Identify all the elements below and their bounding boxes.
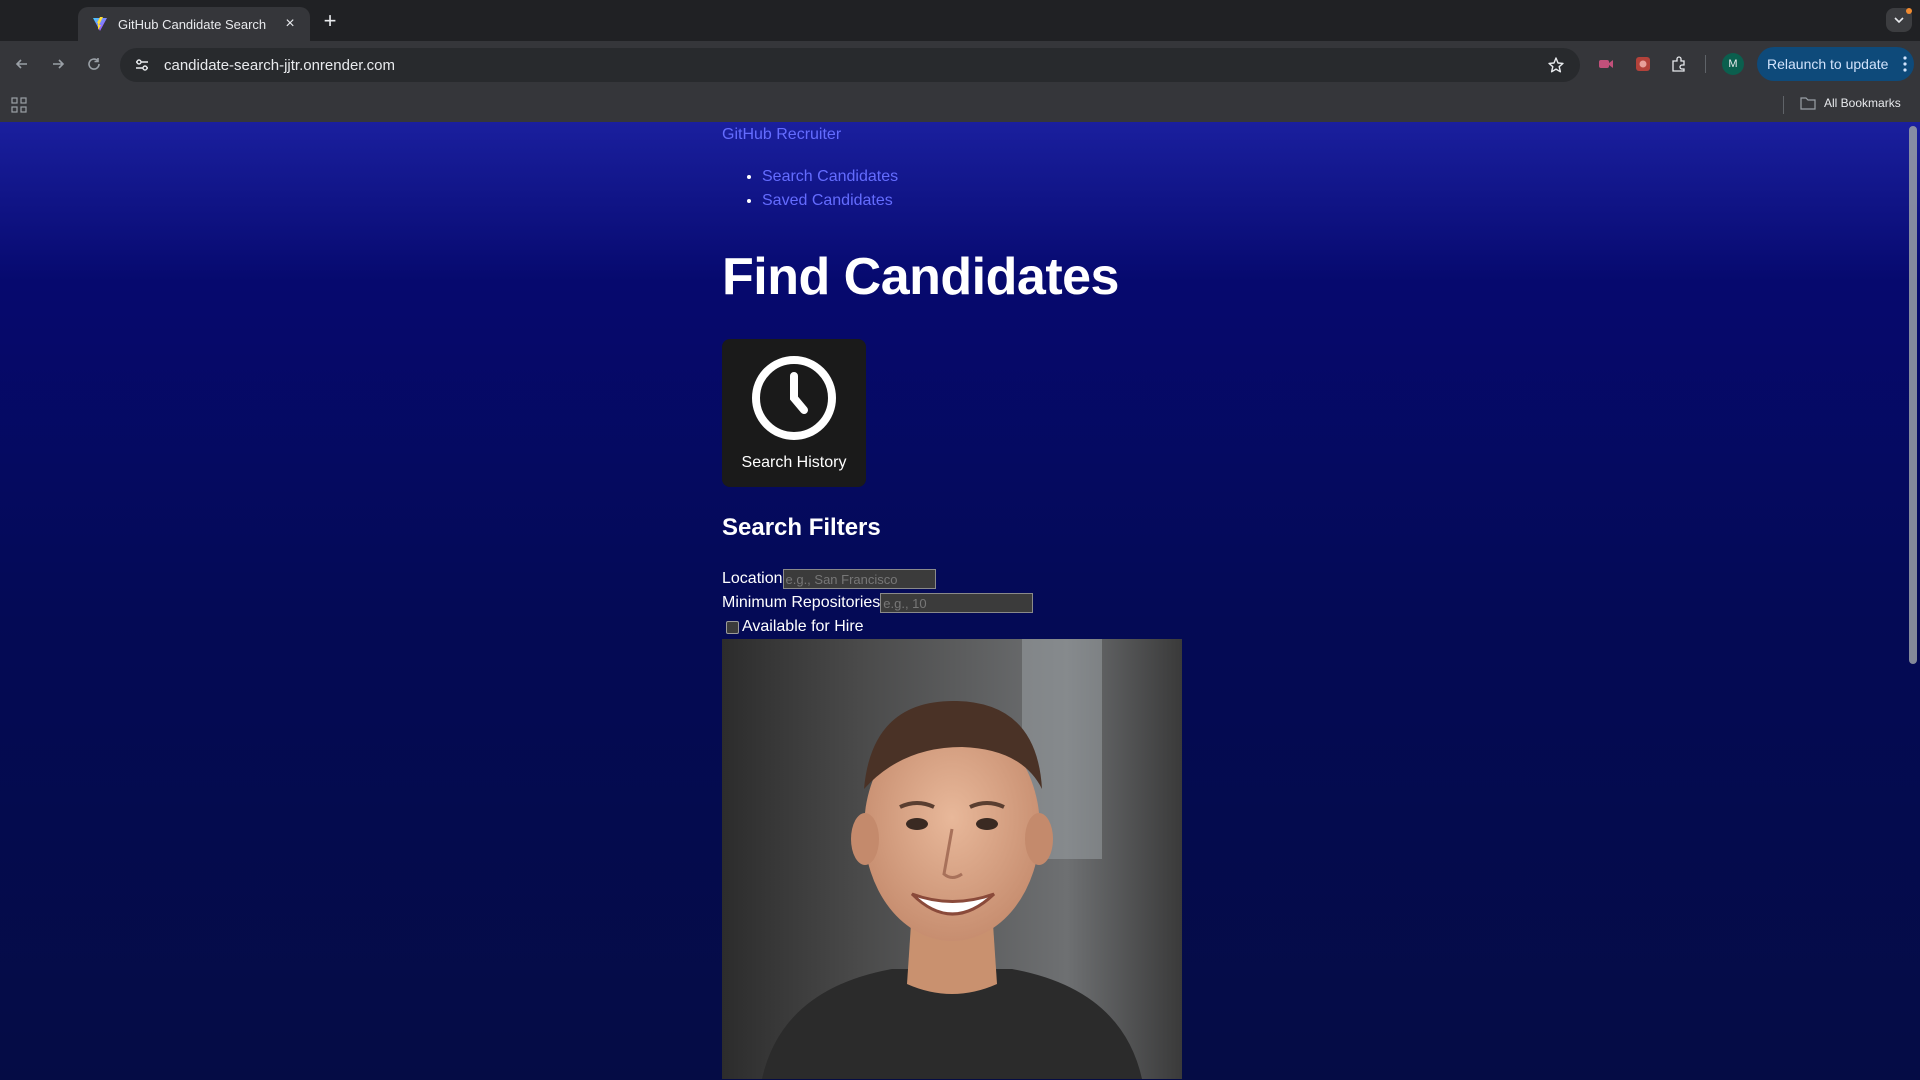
search-filters-heading: Search Filters	[722, 514, 881, 541]
arrow-right-icon	[53, 59, 65, 69]
scrollbar-thumb[interactable]	[1909, 126, 1917, 664]
tab-search-button[interactable]	[1886, 8, 1912, 32]
extension-video-icon[interactable]	[1595, 53, 1617, 75]
available-filter: Available for Hire	[722, 615, 1422, 639]
location-input[interactable]	[782, 569, 936, 589]
new-tab-button[interactable]: +	[318, 8, 342, 33]
nav-item-search: Search Candidates	[762, 165, 1422, 189]
extension-red-icon[interactable]	[1632, 53, 1654, 75]
toolbar-divider	[1705, 55, 1706, 73]
url-text: candidate-search-jjtr.onrender.com	[164, 56, 395, 74]
candidate-avatar	[722, 639, 1182, 1079]
all-bookmarks-button[interactable]: All Bookmarks	[1800, 96, 1901, 110]
nav-link-search-candidates[interactable]: Search Candidates	[762, 168, 898, 185]
relaunch-label: Relaunch to update	[1767, 56, 1889, 72]
arrow-left-icon	[15, 59, 27, 69]
browser-toolbar: candidate-search-jjtr.onrender.com M Rel…	[0, 41, 1920, 87]
chevron-down-icon	[1894, 17, 1904, 24]
min-repos-input[interactable]	[880, 593, 1034, 613]
vite-logo-icon	[92, 16, 108, 32]
extensions-puzzle-icon[interactable]	[1668, 53, 1690, 75]
main-content: GitHub Recruiter Search Candidates Saved…	[722, 122, 1422, 1079]
forward-button[interactable]	[46, 52, 70, 76]
brand-link[interactable]: GitHub Recruiter	[722, 125, 1422, 145]
all-bookmarks-label: All Bookmarks	[1824, 96, 1901, 110]
site-settings-icon[interactable]	[134, 57, 150, 73]
reload-button[interactable]	[82, 52, 106, 76]
search-history-button[interactable]: Search History	[722, 339, 866, 487]
min-repos-label: Minimum Repositories	[722, 594, 881, 611]
star-icon[interactable]	[1546, 55, 1566, 75]
page-title: Find Candidates	[722, 248, 1119, 306]
reload-icon	[88, 58, 100, 70]
tab-close-icon[interactable]: ×	[280, 14, 300, 34]
notification-dot	[1906, 8, 1912, 14]
profile-avatar[interactable]: M	[1722, 53, 1744, 75]
main-nav: Search Candidates Saved Candidates	[722, 165, 1422, 213]
bookmarks-bar: All Bookmarks	[0, 87, 1920, 122]
apps-grid-icon[interactable]	[11, 97, 27, 113]
relaunch-button[interactable]: Relaunch to update	[1757, 47, 1914, 81]
location-label: Location	[722, 570, 783, 587]
more-vertical-icon[interactable]	[1896, 55, 1914, 73]
tab-strip: GitHub Candidate Search × +	[0, 0, 1920, 41]
nav-link-saved-candidates[interactable]: Saved Candidates	[762, 192, 893, 209]
page-scrollbar[interactable]	[1906, 122, 1920, 1080]
address-bar[interactable]: candidate-search-jjtr.onrender.com	[120, 48, 1580, 82]
available-for-hire-label: Available for Hire	[742, 618, 864, 635]
nav-item-saved: Saved Candidates	[762, 189, 1422, 213]
search-history-label: Search History	[741, 454, 847, 471]
bookmarks-divider	[1783, 96, 1784, 114]
available-for-hire-checkbox[interactable]	[726, 620, 739, 634]
location-filter: Location	[722, 567, 1422, 591]
min-repos-filter: Minimum Repositories	[722, 591, 1422, 615]
page-viewport: GitHub Recruiter Search Candidates Saved…	[0, 122, 1920, 1080]
folder-icon	[1800, 97, 1816, 110]
active-tab[interactable]: GitHub Candidate Search ×	[78, 7, 310, 41]
clock-icon	[752, 356, 836, 440]
back-button[interactable]	[10, 52, 34, 76]
tab-title: GitHub Candidate Search	[118, 16, 267, 32]
